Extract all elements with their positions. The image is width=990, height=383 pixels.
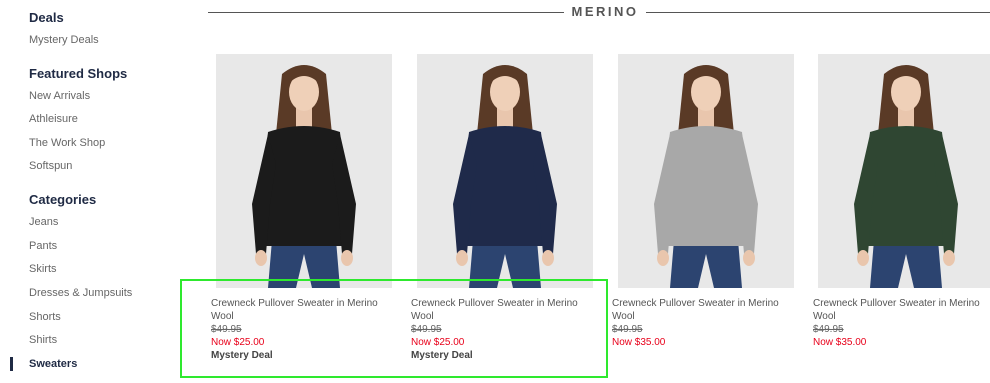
- product-image[interactable]: [618, 54, 794, 288]
- sidebar-item-shorts[interactable]: Shorts: [29, 311, 61, 323]
- original-price: $49.95: [211, 324, 242, 335]
- sidebar-item-skirts[interactable]: Skirts: [29, 263, 57, 275]
- mystery-deal-badge: Mystery Deal: [211, 350, 273, 361]
- sale-price: Now $35.00: [612, 337, 666, 348]
- sidebar-nav: Deals Mystery Deals Featured Shops New A…: [0, 0, 200, 383]
- divider-right: [646, 12, 990, 13]
- product-card[interactable]: Crewneck Pullover Sweater in Merino Wool…: [813, 54, 990, 349]
- product-info: Crewneck Pullover Sweater in Merino Wool…: [813, 297, 990, 349]
- section-header: MERINO: [208, 0, 990, 26]
- sidebar-item-mystery-deals[interactable]: Mystery Deals: [29, 34, 99, 46]
- featured-shops-heading: Featured Shops: [29, 66, 128, 81]
- sidebar-item-the-work-shop[interactable]: The Work Shop: [29, 137, 105, 149]
- categories-heading: Categories: [29, 192, 97, 207]
- original-price: $49.95: [612, 324, 643, 335]
- product-name[interactable]: Crewneck Pullover Sweater in Merino Wool: [813, 297, 987, 323]
- product-card[interactable]: Crewneck Pullover Sweater in Merino Wool…: [411, 54, 593, 362]
- sidebar-item-sweaters[interactable]: Sweaters: [29, 358, 77, 370]
- product-name[interactable]: Crewneck Pullover Sweater in Merino Wool: [411, 297, 585, 323]
- active-indicator: [10, 357, 13, 371]
- sidebar-item-jeans[interactable]: Jeans: [29, 216, 58, 228]
- mystery-deal-badge: Mystery Deal: [411, 350, 473, 361]
- product-name[interactable]: Crewneck Pullover Sweater in Merino Wool: [612, 297, 786, 323]
- product-card[interactable]: Crewneck Pullover Sweater in Merino Wool…: [211, 54, 392, 362]
- sale-price: Now $35.00: [813, 337, 867, 348]
- divider-left: [208, 12, 564, 13]
- sidebar-item-athleisure[interactable]: Athleisure: [29, 113, 78, 125]
- product-card[interactable]: Crewneck Pullover Sweater in Merino Wool…: [612, 54, 794, 349]
- product-info: Crewneck Pullover Sweater in Merino Wool…: [411, 297, 593, 362]
- sale-price: Now $25.00: [411, 337, 465, 348]
- product-info: Crewneck Pullover Sweater in Merino Wool…: [211, 297, 392, 362]
- sidebar-item-shirts[interactable]: Shirts: [29, 334, 57, 346]
- sale-price: Now $25.00: [211, 337, 265, 348]
- original-price: $49.95: [813, 324, 844, 335]
- original-price: $49.95: [411, 324, 442, 335]
- sidebar-item-dresses-jumpsuits[interactable]: Dresses & Jumpsuits: [29, 287, 132, 299]
- product-name[interactable]: Crewneck Pullover Sweater in Merino Wool: [211, 297, 385, 323]
- sidebar-item-new-arrivals[interactable]: New Arrivals: [29, 90, 90, 102]
- product-image[interactable]: [216, 54, 392, 288]
- sidebar-item-pants[interactable]: Pants: [29, 240, 57, 252]
- product-info: Crewneck Pullover Sweater in Merino Wool…: [612, 297, 794, 349]
- sidebar-item-softspun[interactable]: Softspun: [29, 160, 72, 172]
- product-image[interactable]: [818, 54, 990, 288]
- section-title: MERINO: [571, 4, 639, 19]
- deals-heading: Deals: [29, 10, 64, 25]
- product-image[interactable]: [417, 54, 593, 288]
